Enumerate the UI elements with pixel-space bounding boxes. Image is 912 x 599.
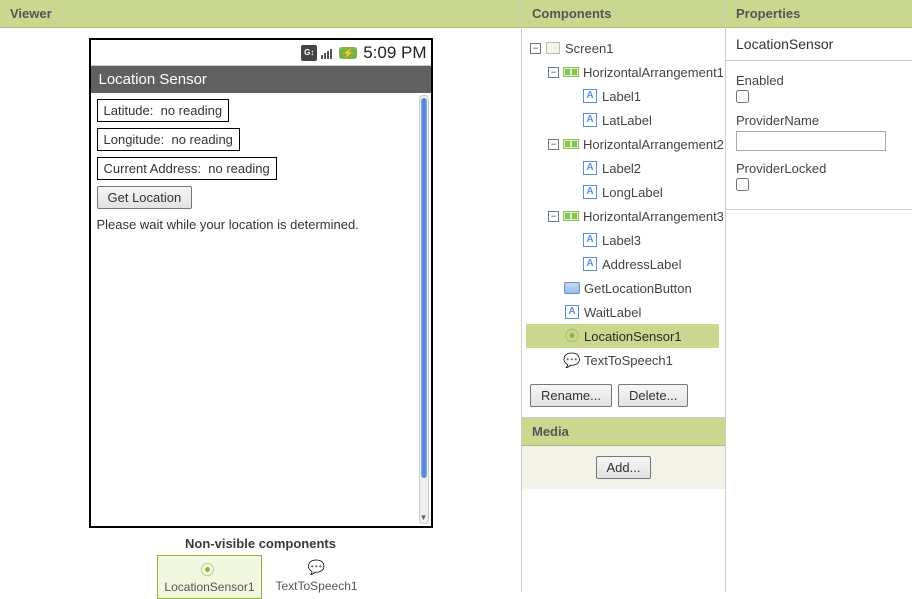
nonvisible-locationsensor1[interactable]: ⦿LocationSensor1 bbox=[157, 555, 261, 599]
tree-item-horizontalarrangement2[interactable]: −HorizontalArrangement2 bbox=[526, 132, 719, 156]
tree-item-horizontalarrangement3[interactable]: −HorizontalArrangement3 bbox=[526, 204, 719, 228]
wait-label: Please wait while your location is deter… bbox=[97, 217, 417, 232]
horiz-icon bbox=[563, 208, 579, 224]
tree-label: LatLabel bbox=[602, 113, 652, 128]
label-icon: A bbox=[582, 112, 598, 128]
horiz-icon bbox=[563, 136, 579, 152]
location-icon: ⦿ bbox=[200, 560, 218, 578]
latitude-label: Latitude: bbox=[104, 103, 154, 118]
battery-icon: ⚡ bbox=[339, 47, 357, 59]
horiz-icon bbox=[563, 64, 579, 80]
viewer-panel: Viewer G↕ ⚡ 5:09 PM Location Sensor Lati… bbox=[0, 0, 522, 592]
tts-icon: 💬 bbox=[308, 559, 326, 577]
expander-icon[interactable]: − bbox=[548, 211, 559, 222]
label-icon: A bbox=[582, 160, 598, 176]
viewer-header: Viewer bbox=[0, 0, 521, 28]
tree-label: Label3 bbox=[602, 233, 641, 248]
tree-label: HorizontalArrangement2 bbox=[583, 137, 724, 152]
label-icon: A bbox=[582, 88, 598, 104]
status-3g-icon: G↕ bbox=[301, 45, 317, 61]
tree-label: Label1 bbox=[602, 89, 641, 104]
expander-icon[interactable]: − bbox=[530, 43, 541, 54]
expander-icon[interactable]: − bbox=[548, 139, 559, 150]
tree-label: Label2 bbox=[602, 161, 641, 176]
app-title: Location Sensor bbox=[91, 66, 431, 93]
tree-item-longlabel[interactable]: A LongLabel bbox=[526, 180, 719, 204]
signal-icon bbox=[320, 45, 336, 61]
tree-item-addresslabel[interactable]: A AddressLabel bbox=[526, 252, 719, 276]
tree-item-horizontalarrangement1[interactable]: −HorizontalArrangement1 bbox=[526, 60, 719, 84]
tree-item-waitlabel[interactable]: A WaitLabel bbox=[526, 300, 719, 324]
rename-button[interactable]: Rename... bbox=[530, 384, 612, 407]
address-label: Current Address: bbox=[104, 161, 202, 176]
tts-icon: 💬 bbox=[564, 352, 580, 368]
tree-item-label3[interactable]: A Label3 bbox=[526, 228, 719, 252]
media-header: Media bbox=[522, 418, 725, 446]
scrollbar[interactable]: ▼ bbox=[419, 95, 429, 524]
tree-item-label1[interactable]: A Label1 bbox=[526, 84, 719, 108]
nonvisible-texttospeech1[interactable]: 💬 TextToSpeech1 bbox=[270, 555, 364, 599]
scroll-down-arrow[interactable]: ▼ bbox=[420, 513, 428, 523]
components-header: Components bbox=[522, 0, 725, 28]
longitude-label: Longitude: bbox=[104, 132, 165, 147]
latitude-box: Latitude: no reading bbox=[97, 99, 230, 122]
enabled-checkbox[interactable] bbox=[736, 90, 749, 103]
tree-label: HorizontalArrangement3 bbox=[583, 209, 724, 224]
add-media-button[interactable]: Add... bbox=[596, 456, 652, 479]
label-icon: A bbox=[582, 232, 598, 248]
components-panel: Components −Screen1−HorizontalArrangemen… bbox=[522, 0, 726, 592]
properties-component-name: LocationSensor bbox=[726, 28, 912, 61]
tree-label: HorizontalArrangement1 bbox=[583, 65, 724, 80]
latitude-value: no reading bbox=[161, 103, 222, 118]
tree-label: LocationSensor1 bbox=[584, 329, 682, 344]
tree-label: GetLocationButton bbox=[584, 281, 692, 296]
status-time: 5:09 PM bbox=[360, 43, 426, 63]
providername-label: ProviderName bbox=[736, 113, 902, 128]
tree-label: Screen1 bbox=[565, 41, 613, 56]
nv-label: TextToSpeech1 bbox=[276, 579, 358, 593]
label-icon: A bbox=[582, 256, 598, 272]
nonvisible-header: Non-visible components bbox=[185, 536, 336, 551]
longitude-box: Longitude: no reading bbox=[97, 128, 240, 151]
label-icon: A bbox=[582, 184, 598, 200]
properties-header: Properties bbox=[726, 0, 912, 28]
tree-item-label2[interactable]: A Label2 bbox=[526, 156, 719, 180]
tree-item-locationsensor1[interactable]: ⦿ LocationSensor1 bbox=[526, 324, 719, 348]
tree-label: TextToSpeech1 bbox=[584, 353, 673, 368]
tree-item-getlocationbutton[interactable]: GetLocationButton bbox=[526, 276, 719, 300]
get-location-button[interactable]: Get Location bbox=[97, 186, 193, 209]
label-icon: A bbox=[564, 304, 580, 320]
button-icon bbox=[564, 280, 580, 296]
screen-icon bbox=[545, 40, 561, 56]
location-icon: ⦿ bbox=[564, 328, 580, 344]
tree-label: WaitLabel bbox=[584, 305, 641, 320]
longitude-value: no reading bbox=[171, 132, 232, 147]
tree-item-texttospeech1[interactable]: 💬 TextToSpeech1 bbox=[526, 348, 719, 372]
providerlocked-label: ProviderLocked bbox=[736, 161, 902, 176]
expander-icon[interactable]: − bbox=[548, 67, 559, 78]
properties-panel: Properties LocationSensor Enabled Provid… bbox=[726, 0, 912, 592]
tree-item-latlabel[interactable]: A LatLabel bbox=[526, 108, 719, 132]
scroll-thumb[interactable] bbox=[421, 98, 427, 478]
phone-preview: G↕ ⚡ 5:09 PM Location Sensor Latitude: n… bbox=[89, 38, 433, 528]
providerlocked-checkbox[interactable] bbox=[736, 178, 749, 191]
tree-label: LongLabel bbox=[602, 185, 663, 200]
delete-button[interactable]: Delete... bbox=[618, 384, 688, 407]
address-box: Current Address: no reading bbox=[97, 157, 277, 180]
tree-label: AddressLabel bbox=[602, 257, 682, 272]
address-value: no reading bbox=[208, 161, 269, 176]
providername-input[interactable] bbox=[736, 131, 886, 151]
tree-item-screen1[interactable]: − Screen1 bbox=[526, 36, 719, 60]
enabled-label: Enabled bbox=[736, 73, 902, 88]
status-bar: G↕ ⚡ 5:09 PM bbox=[91, 40, 431, 66]
components-tree[interactable]: −Screen1−HorizontalArrangement1ALabel1AL… bbox=[522, 28, 725, 380]
